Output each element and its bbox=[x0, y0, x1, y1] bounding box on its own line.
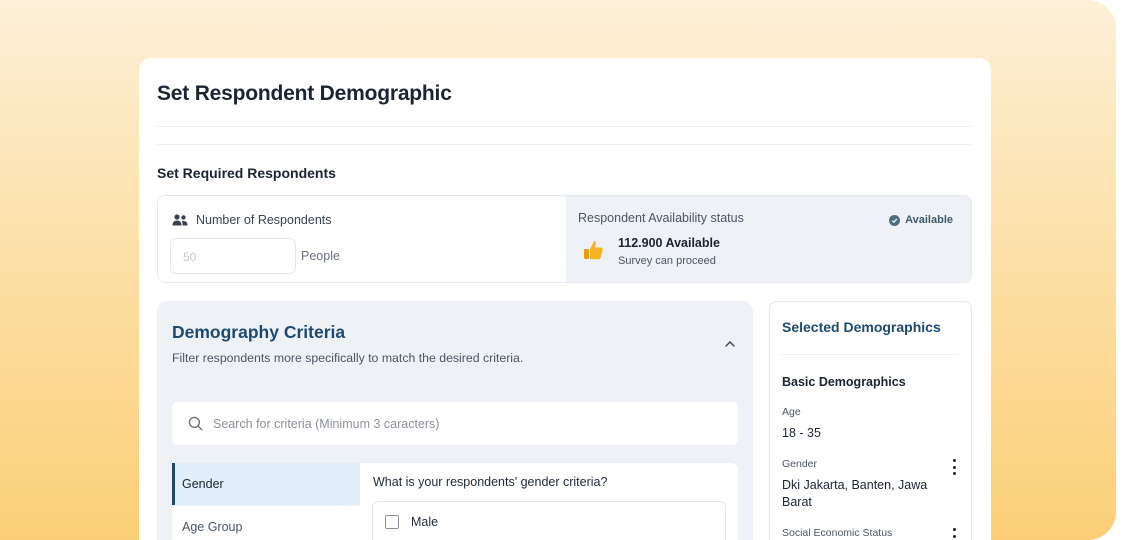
demographic-card: Set Respondent Demographic Set Required … bbox=[139, 58, 991, 540]
selected-title: Selected Demographics bbox=[782, 319, 941, 335]
respondents-count-section: Number of Respondents 50 People bbox=[158, 196, 566, 282]
unit-label: People bbox=[301, 249, 340, 263]
page-title: Set Respondent Demographic bbox=[157, 82, 452, 105]
checkbox[interactable] bbox=[385, 515, 399, 529]
tab-age-group[interactable]: Age Group bbox=[172, 506, 360, 540]
required-respondents-heading: Set Required Respondents bbox=[157, 165, 336, 181]
search-icon bbox=[188, 416, 203, 431]
options-box: Male bbox=[372, 501, 726, 540]
selected-item-value: Dki Jakarta, Banten, Jawa Barat bbox=[782, 478, 928, 509]
thumbs-up-icon bbox=[584, 241, 603, 260]
number-of-respondents-label: Number of Respondents bbox=[172, 213, 332, 227]
selected-item-label: Age bbox=[782, 406, 801, 418]
divider bbox=[782, 354, 959, 355]
criteria-subtitle: Filter respondents more specifically to … bbox=[172, 351, 524, 365]
available-subtext: Survey can proceed bbox=[618, 255, 716, 267]
criteria-tabs: Gender Age Group bbox=[172, 463, 360, 540]
chevron-up-icon[interactable] bbox=[723, 337, 737, 351]
criteria-question: What is your respondents' gender criteri… bbox=[373, 475, 608, 489]
option-label: Male bbox=[411, 515, 439, 529]
divider bbox=[157, 144, 971, 145]
availability-section: Respondent Availability status Available… bbox=[566, 196, 971, 282]
available-count: 112.900 Available bbox=[618, 236, 720, 250]
status-badge-text: Available bbox=[905, 214, 953, 226]
search-placeholder: Search for criteria (Minimum 3 caracters… bbox=[213, 416, 440, 431]
status-badge: Available bbox=[889, 214, 953, 226]
selected-demographics-panel: Selected Demographics Basic Demographics… bbox=[769, 301, 972, 540]
group-title: Basic Demographics bbox=[782, 375, 906, 389]
number-label-text: Number of Respondents bbox=[196, 213, 332, 227]
page-background: Set Respondent Demographic Set Required … bbox=[0, 0, 1116, 540]
criteria-options-area: What is your respondents' gender criteri… bbox=[360, 463, 738, 540]
divider bbox=[157, 126, 971, 127]
users-icon bbox=[172, 214, 188, 226]
selected-item-label: Social Economic Status bbox=[782, 527, 893, 539]
demography-criteria-panel: Demography Criteria Filter respondents m… bbox=[157, 301, 753, 540]
more-options-icon[interactable] bbox=[953, 459, 957, 475]
check-circle-icon bbox=[889, 214, 901, 226]
criteria-search-input[interactable]: Search for criteria (Minimum 3 caracters… bbox=[172, 402, 738, 445]
selected-item-value: 18 - 35 bbox=[782, 426, 821, 440]
availability-label: Respondent Availability status bbox=[578, 211, 744, 225]
tab-gender[interactable]: Gender bbox=[172, 463, 360, 505]
option-male[interactable]: Male bbox=[385, 515, 438, 529]
respondents-number-input[interactable]: 50 bbox=[170, 238, 296, 274]
criteria-title: Demography Criteria bbox=[172, 322, 346, 342]
selected-item-label: Gender bbox=[782, 458, 818, 470]
respondents-box: Number of Respondents 50 People Responde… bbox=[157, 195, 972, 283]
more-options-icon[interactable] bbox=[953, 528, 957, 540]
